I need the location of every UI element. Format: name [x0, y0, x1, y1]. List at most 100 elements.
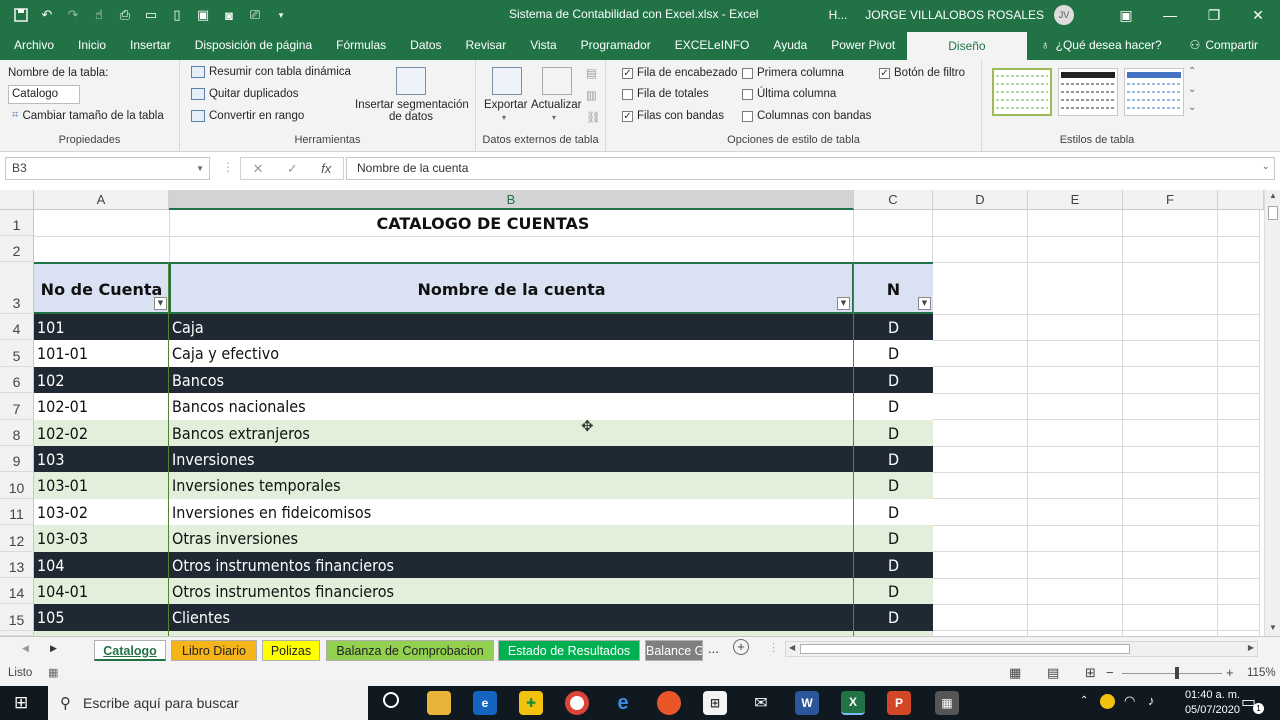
tab-diseno[interactable]: Diseño	[907, 32, 1027, 60]
row-header[interactable]: 1	[0, 210, 34, 236]
account-code-cell[interactable]: 105	[34, 604, 169, 631]
tab-programador[interactable]: Programador	[569, 30, 663, 60]
row-header[interactable]: 13	[0, 551, 34, 578]
resize-table-button[interactable]: ⌗ Cambiar tamaño de la tabla	[12, 109, 164, 122]
sheet-tab[interactable]: Balanza de Comprobacion	[326, 640, 494, 661]
tab-ayuda[interactable]: Ayuda	[761, 30, 819, 60]
refresh-icon[interactable]	[542, 67, 572, 95]
user-name[interactable]: JORGE VILLALOBOS ROSALES	[865, 8, 1044, 22]
total-row-checkbox[interactable]: Fila de totales	[622, 88, 709, 100]
cortana-icon[interactable]	[383, 692, 399, 708]
share-screen-icon[interactable]: ⎚	[244, 4, 266, 26]
more-sheets-label[interactable]: ...	[708, 641, 719, 656]
styles-scroll-up-icon[interactable]: ⌃	[1188, 66, 1196, 77]
minimize-icon[interactable]: —	[1148, 0, 1192, 30]
filter-dropdown-icon[interactable]: ▼	[918, 297, 931, 310]
account-name-cell[interactable]: Otros instrumentos financieros	[169, 578, 854, 605]
normal-view-icon[interactable]: ▦	[1009, 665, 1021, 681]
account-name-cell[interactable]: Caja y efectivo	[169, 340, 854, 367]
tab-splitter-icon[interactable]: ⋮	[768, 641, 779, 654]
table-name-input[interactable]: Catalogo	[8, 85, 80, 104]
cancel-icon[interactable]: ✕	[253, 161, 264, 177]
firefox-icon[interactable]	[657, 691, 681, 715]
row-header[interactable]: 3	[0, 262, 34, 314]
account-code-cell[interactable]: 103-03	[34, 525, 169, 552]
internet-explorer-icon[interactable]: e	[611, 691, 635, 715]
filter-button-checkbox[interactable]: ✓ Botón de filtro	[879, 67, 965, 79]
file-explorer-icon[interactable]	[427, 691, 451, 715]
nature-cell[interactable]: D	[854, 578, 933, 605]
close-icon[interactable]: ✕	[1236, 0, 1280, 30]
tab-revisar[interactable]: Revisar	[454, 30, 519, 60]
row-header[interactable]: 2	[0, 236, 34, 262]
nature-cell[interactable]: D	[854, 604, 933, 631]
calculator-icon[interactable]: ▦	[935, 691, 959, 715]
open-folder-icon[interactable]: ▭	[140, 4, 162, 26]
tab-archivo[interactable]: Archivo	[2, 30, 66, 60]
ribbon-display-icon[interactable]: ▣	[1104, 0, 1148, 30]
windows-start-icon[interactable]: ⊞	[14, 693, 28, 713]
tray-app-icon[interactable]	[1100, 694, 1115, 709]
refresh-dropdown-icon[interactable]: ▾	[552, 113, 556, 122]
customize-toolbar-icon[interactable]: ▾	[270, 4, 292, 26]
nature-cell[interactable]: D	[854, 419, 933, 446]
nature-cell[interactable]: D	[854, 393, 933, 420]
touch-mode-icon[interactable]: ☝	[88, 4, 110, 26]
avatar[interactable]: JV	[1054, 5, 1074, 25]
column-header-b[interactable]: B	[169, 190, 854, 210]
row-header[interactable]: 14	[0, 578, 34, 605]
taskbar-search[interactable]: ⚲ Escribe aquí para buscar	[48, 686, 368, 720]
nature-cell[interactable]: D	[854, 366, 933, 394]
save-icon[interactable]	[10, 4, 32, 26]
share-button[interactable]: ⚇ Compartir	[1190, 38, 1258, 52]
export-icon[interactable]	[492, 67, 522, 95]
account-name-cell[interactable]: Clientes	[169, 604, 854, 631]
store-icon[interactable]: ⊞	[703, 691, 727, 715]
table-header-nature[interactable]: N ▼	[854, 262, 933, 314]
sheet-tab[interactable]: Catalogo	[94, 640, 166, 661]
first-column-checkbox[interactable]: Primera columna	[742, 67, 844, 79]
row-header[interactable]: 8	[0, 419, 34, 446]
column-header-g[interactable]	[1218, 190, 1264, 210]
properties-icon[interactable]: ▤	[586, 66, 597, 80]
column-header-a[interactable]: A	[34, 190, 169, 210]
undo-icon[interactable]: ↶	[36, 4, 58, 26]
volume-icon[interactable]: ♪	[1148, 693, 1155, 708]
export-button[interactable]: Exportar	[484, 99, 527, 111]
zoom-slider-thumb[interactable]	[1175, 667, 1179, 679]
account-name-cell[interactable]: Inversiones	[169, 446, 854, 473]
export-dropdown-icon[interactable]: ▾	[502, 113, 506, 122]
nature-cell[interactable]: D	[854, 498, 933, 526]
insert-slicer-button[interactable]: Insertar segmentación de datos	[355, 99, 469, 123]
account-code-cell[interactable]: 103-01	[34, 472, 169, 499]
table-header-account-no[interactable]: No de Cuenta ▼	[34, 262, 169, 314]
unlink-icon[interactable]: ⛓	[586, 110, 601, 124]
account-code-cell[interactable]: 102	[34, 366, 169, 394]
account-code-cell[interactable]: 101-01	[34, 340, 169, 367]
open-browser-icon[interactable]: ▥	[586, 88, 597, 102]
zoom-in-icon[interactable]: +	[1226, 665, 1234, 680]
tell-me-search[interactable]: ♁ ¿Qué desea hacer?	[1027, 30, 1162, 60]
mail-icon[interactable]: ✉	[749, 691, 773, 715]
column-header-d[interactable]: D	[933, 190, 1028, 210]
new-file-icon[interactable]: ▯	[166, 4, 188, 26]
app-plus-icon[interactable]: ✚	[519, 691, 543, 715]
banded-rows-checkbox[interactable]: ✓ Filas con bandas	[622, 110, 724, 122]
nature-cell[interactable]: D	[854, 446, 933, 473]
formula-input[interactable]: Nombre de la cuenta	[346, 157, 1275, 180]
add-sheet-icon[interactable]: +	[733, 639, 749, 655]
convert-to-range-button[interactable]: Convertir en rango	[191, 110, 304, 122]
row-header[interactable]: 5	[0, 340, 34, 367]
nature-cell[interactable]: D	[854, 340, 933, 367]
scroll-down-icon[interactable]: ▼	[1269, 623, 1277, 632]
page-layout-icon[interactable]: ▤	[1047, 665, 1059, 681]
remove-duplicates-button[interactable]: Quitar duplicados	[191, 88, 299, 100]
refresh-button[interactable]: Actualizar	[531, 99, 582, 111]
tab-exceleinfo[interactable]: EXCELeINFO	[663, 30, 762, 60]
account-name-cell[interactable]: Inversiones temporales	[169, 472, 854, 499]
last-column-checkbox[interactable]: Última columna	[742, 88, 836, 100]
filter-dropdown-icon[interactable]: ▼	[837, 297, 850, 310]
row-header[interactable]: 11	[0, 498, 34, 526]
sheet-tab[interactable]: Estado de Resultados	[498, 640, 640, 661]
nature-cell[interactable]: D	[854, 551, 933, 578]
